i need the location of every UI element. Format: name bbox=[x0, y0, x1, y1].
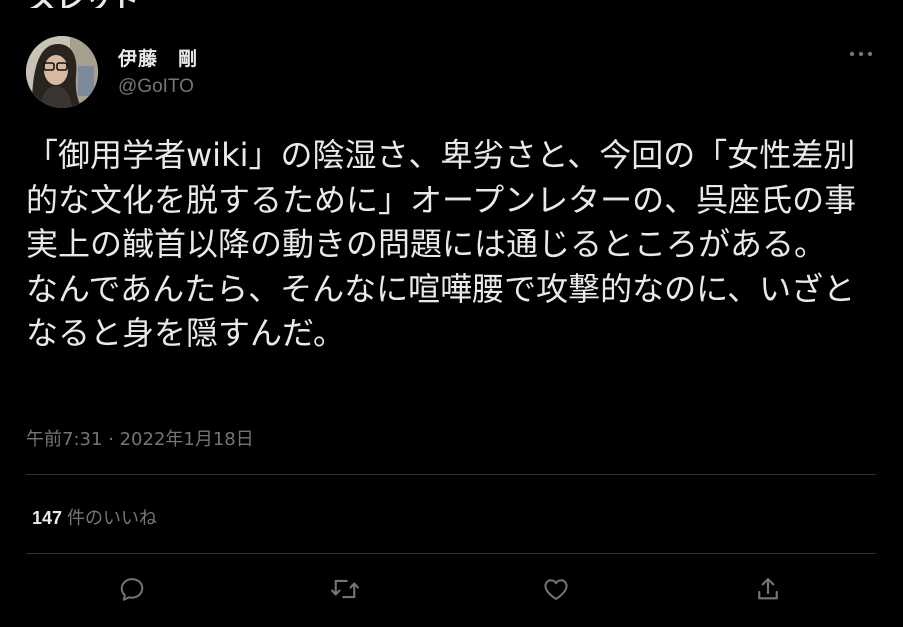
avatar-image bbox=[26, 36, 98, 108]
like-button[interactable] bbox=[537, 570, 575, 608]
author-handle[interactable]: @GoITO bbox=[118, 76, 194, 98]
tweet-text: 「御用学者wiki」の陰湿さ、卑劣さと、今回の「女性差別的な文化を脱するために」… bbox=[26, 136, 857, 352]
author-display-name[interactable]: 伊藤 剛 bbox=[118, 44, 198, 71]
reply-button[interactable] bbox=[113, 570, 151, 608]
likes-stat[interactable]: 147 件のいいね bbox=[32, 504, 157, 530]
page-header-title: スレッド bbox=[28, 0, 140, 8]
more-options-button[interactable] bbox=[844, 40, 878, 68]
divider-top bbox=[26, 474, 876, 475]
divider-bottom bbox=[26, 553, 876, 554]
heart-icon bbox=[544, 579, 568, 600]
likes-label: 件のいいね bbox=[67, 508, 158, 529]
reply-icon bbox=[120, 578, 144, 601]
avatar[interactable] bbox=[26, 36, 98, 108]
share-icon bbox=[758, 578, 778, 600]
tweet-timestamp[interactable]: 午前7:31 · 2022年1月18日 bbox=[26, 425, 254, 451]
share-button[interactable] bbox=[749, 570, 787, 608]
more-dots-icon bbox=[849, 51, 873, 57]
likes-count: 147 bbox=[32, 508, 63, 528]
retweet-button[interactable] bbox=[326, 570, 364, 608]
retweet-icon bbox=[331, 579, 359, 599]
